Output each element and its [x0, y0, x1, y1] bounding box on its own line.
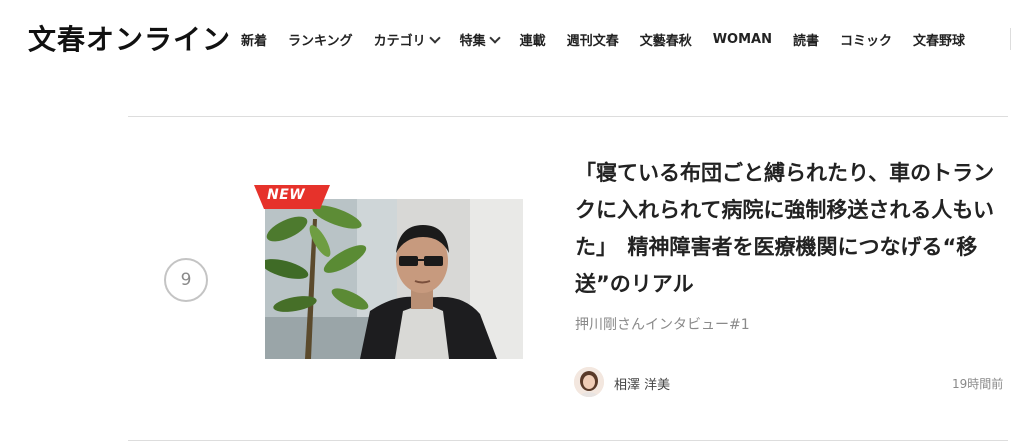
- new-badge-label: NEW: [267, 187, 306, 203]
- nav-item-label: 文春野球: [913, 34, 966, 49]
- rank-number-badge: 9: [164, 258, 208, 302]
- nav-item-label: 連載: [519, 34, 546, 49]
- nav-item-shukan-bunshun[interactable]: 週刊文春: [567, 30, 619, 49]
- main-nav: 新着 ランキング カテゴリ 特集 連載 週刊文春 文藝春秋 WOMAN 読書 コ…: [241, 30, 965, 49]
- nav-item-bunshun-baseball[interactable]: 文春野球: [913, 30, 965, 49]
- nav-item-comics[interactable]: コミック: [840, 30, 892, 49]
- author-avatar[interactable]: [574, 367, 604, 397]
- nav-item-label: 文藝春秋: [639, 34, 692, 49]
- nav-item-woman[interactable]: WOMAN: [713, 32, 772, 47]
- nav-item-category[interactable]: カテゴリ: [373, 30, 441, 49]
- nav-item-label: WOMAN: [712, 32, 772, 47]
- nav-item-ranking[interactable]: ランキング: [288, 30, 353, 49]
- nav-item-label: コミック: [840, 34, 893, 49]
- publish-time: 19時間前: [952, 377, 1004, 391]
- nav-item-series[interactable]: 連載: [520, 30, 546, 49]
- article-photo: [265, 199, 523, 359]
- article-thumbnail[interactable]: [265, 199, 523, 359]
- article-subtitle: 押川剛さんインタビュー#1: [575, 317, 750, 333]
- article-title[interactable]: 「寝ている布団ごと縛られたり、車のトランクに入れられて病院に強制移送される人もい…: [575, 155, 1015, 303]
- nav-item-new[interactable]: 新着: [241, 30, 267, 49]
- nav-item-features[interactable]: 特集: [459, 30, 501, 49]
- rank-number: 9: [180, 270, 192, 290]
- nav-item-label: カテゴリ: [373, 34, 426, 49]
- chevron-down-icon: [428, 31, 441, 44]
- nav-item-label: 読書: [793, 34, 820, 49]
- nav-item-books[interactable]: 読書: [793, 30, 819, 49]
- nav-item-label: 新着: [241, 34, 268, 49]
- site-header: 文春オンライン 新着 ランキング カテゴリ 特集 連載 週刊文春 文藝春秋 WO…: [0, 0, 1031, 78]
- site-logo[interactable]: 文春オンライン: [28, 18, 231, 58]
- nav-item-bungeishunju[interactable]: 文藝春秋: [640, 30, 692, 49]
- ranking-divider-top: [128, 116, 1008, 117]
- nav-item-label: ランキング: [288, 34, 353, 49]
- author-photo: [574, 367, 604, 397]
- author-name[interactable]: 相澤 洋美: [614, 374, 670, 393]
- nav-divider: [1010, 28, 1011, 50]
- nav-item-label: 特集: [459, 34, 486, 49]
- chevron-down-icon: [489, 31, 501, 44]
- nav-item-label: 週刊文春: [566, 34, 619, 49]
- ranking-divider-bottom: [128, 440, 1008, 441]
